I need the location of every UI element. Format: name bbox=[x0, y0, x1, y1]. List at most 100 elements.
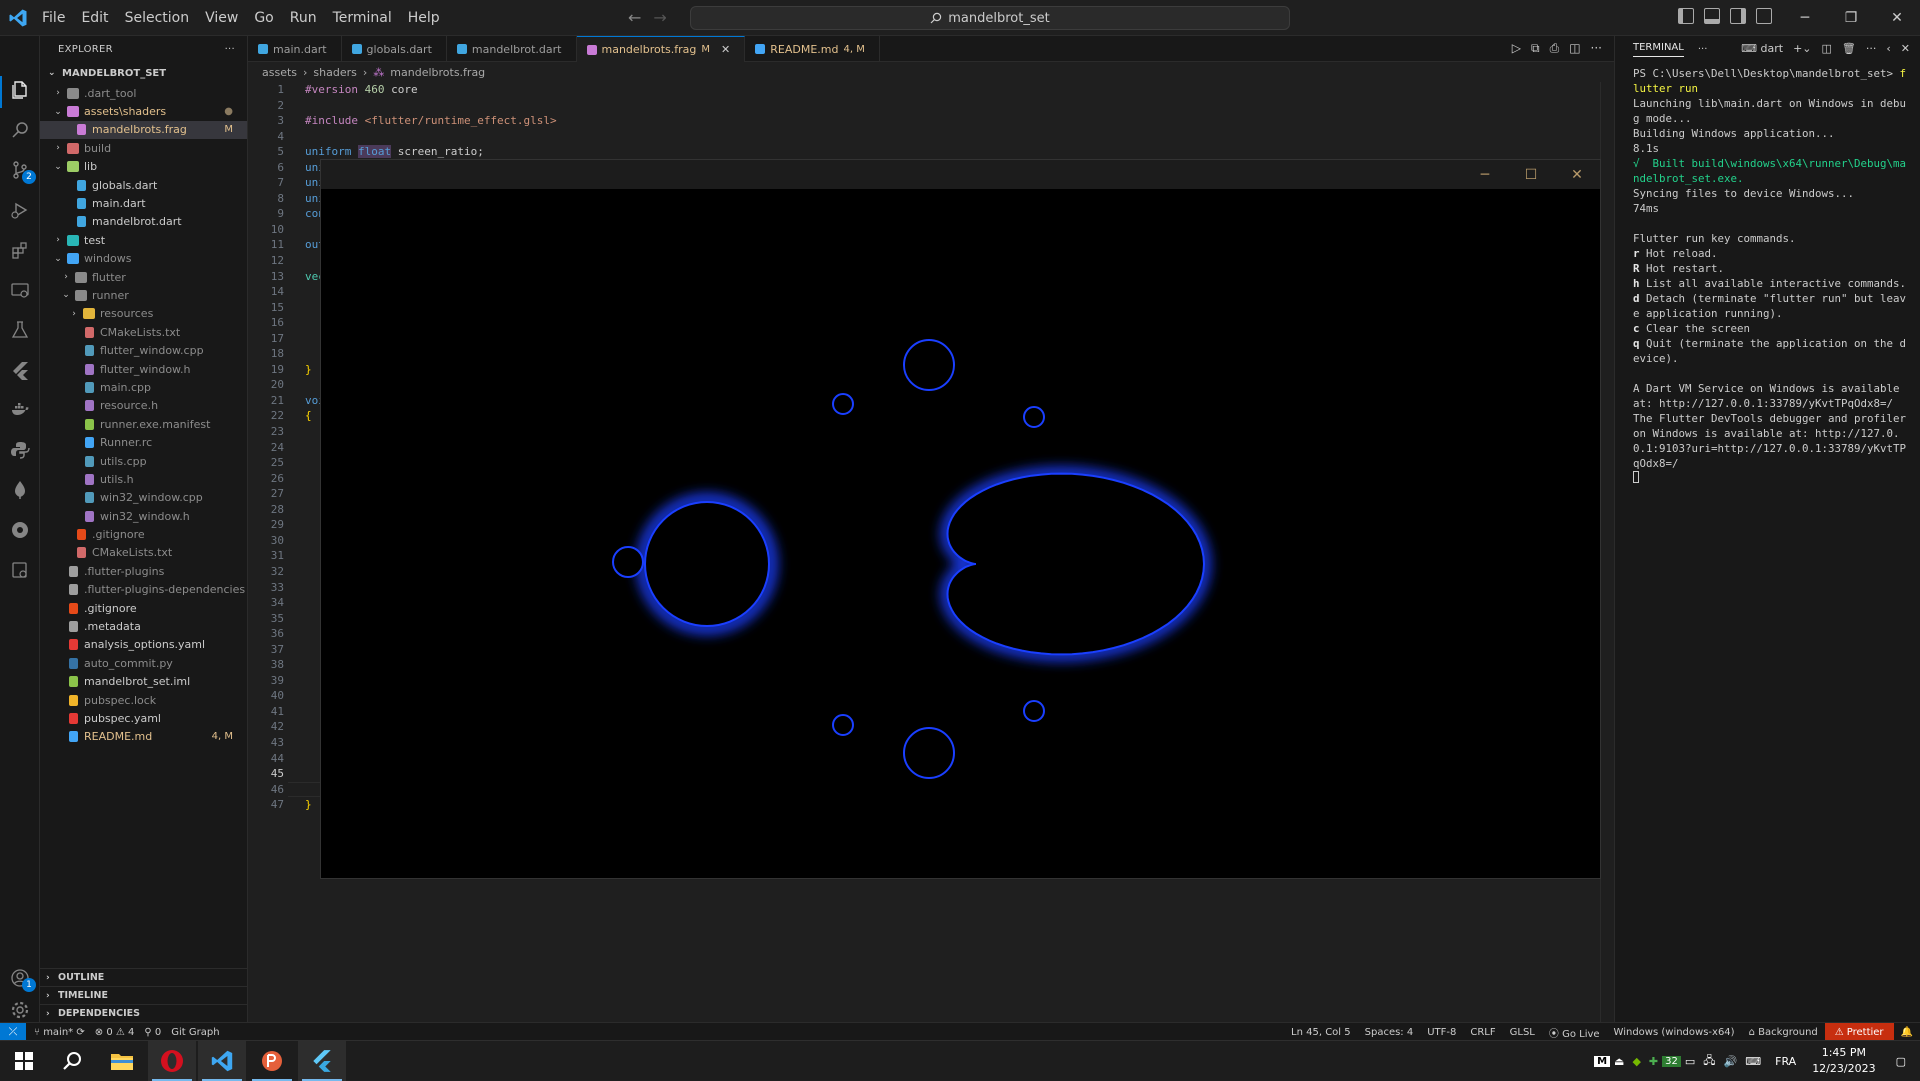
tree-file[interactable]: CMakeLists.txt bbox=[40, 323, 247, 341]
close-icon[interactable]: ✕ bbox=[721, 43, 730, 56]
tree-file[interactable]: main.cpp bbox=[40, 378, 247, 396]
kill-terminal-icon[interactable]: 🗑 bbox=[1842, 42, 1856, 55]
background-button[interactable]: ⌂ Background bbox=[1742, 1027, 1825, 1038]
workspace-root[interactable]: ⌄ MANDELBROT_SET bbox=[40, 62, 247, 84]
tree-folder[interactable]: ⌄ windows bbox=[40, 250, 247, 268]
print-icon[interactable]: ⎙ bbox=[1550, 41, 1560, 56]
tree-file[interactable]: mandelbrots.frag M bbox=[40, 120, 247, 140]
breadcrumb-item[interactable]: shaders bbox=[313, 66, 356, 79]
mandelbrot-canvas[interactable] bbox=[321, 189, 1600, 878]
menu-item-view[interactable]: View bbox=[197, 0, 246, 36]
split-editor-icon[interactable]: ◫ bbox=[1569, 41, 1580, 56]
menu-item-edit[interactable]: Edit bbox=[73, 0, 116, 36]
tree-file[interactable]: .flutter-plugins bbox=[40, 562, 247, 580]
jetbrains-icon[interactable] bbox=[248, 1041, 296, 1081]
nvidia-tray-icon[interactable]: ◆ bbox=[1628, 1055, 1644, 1068]
tree-folder[interactable]: › flutter bbox=[40, 268, 247, 286]
tree-file[interactable]: flutter_window.h bbox=[40, 360, 247, 378]
remote-indicator-icon[interactable]: ⤫ bbox=[0, 1023, 26, 1041]
tree-file[interactable]: globals.dart bbox=[40, 176, 247, 194]
battery-tray-icon[interactable]: ▭ bbox=[1681, 1055, 1699, 1068]
notifications-bell-icon[interactable]: 🔔 bbox=[1894, 1027, 1920, 1038]
maximize-icon[interactable]: ☐ bbox=[1508, 160, 1554, 189]
minimize-icon[interactable]: ─ bbox=[1782, 0, 1828, 36]
terminal-shell-icon[interactable]: ⌨ dart bbox=[1741, 42, 1783, 55]
language-indicator[interactable]: FRA bbox=[1771, 1055, 1800, 1068]
tree-file[interactable]: .flutter-plugins-dependencies bbox=[40, 581, 247, 599]
git-graph-button[interactable]: Git Graph bbox=[171, 1027, 219, 1038]
menu-item-help[interactable]: Help bbox=[400, 0, 448, 36]
explorer-icon[interactable] bbox=[8, 78, 32, 102]
remote-explorer-icon[interactable] bbox=[8, 278, 32, 302]
tree-file[interactable]: auto_commit.py bbox=[40, 654, 247, 672]
toggle-secondary-sidebar-icon[interactable] bbox=[1730, 8, 1746, 24]
tree-file[interactable]: win32_window.h bbox=[40, 507, 247, 525]
tree-file[interactable]: CMakeLists.txt bbox=[40, 544, 247, 562]
tab-readme-md[interactable]: README.md 4, M bbox=[745, 36, 880, 62]
indentation[interactable]: Spaces: 4 bbox=[1358, 1027, 1421, 1038]
docker-icon[interactable] bbox=[8, 398, 32, 422]
more-actions-icon[interactable]: ··· bbox=[225, 44, 235, 55]
forward-arrow-icon[interactable]: → bbox=[653, 8, 666, 27]
file-explorer-icon[interactable] bbox=[98, 1041, 146, 1081]
tree-file[interactable]: Runner.rc bbox=[40, 433, 247, 451]
flutter-app-taskbar-icon[interactable] bbox=[298, 1041, 346, 1081]
restore-icon[interactable]: ❐ bbox=[1828, 0, 1874, 36]
tab-mandelbrot-dart[interactable]: mandelbrot.dart bbox=[447, 36, 577, 62]
section-timeline[interactable]: › TIMELINE bbox=[40, 986, 248, 1004]
breadcrumb-item[interactable]: mandelbrots.frag bbox=[390, 66, 485, 79]
tree-folder[interactable]: ⌄ lib bbox=[40, 158, 247, 176]
tree-file[interactable]: README.md 4, M bbox=[40, 728, 247, 746]
tree-file[interactable]: utils.h bbox=[40, 470, 247, 488]
run-icon[interactable]: ▷ bbox=[1512, 41, 1521, 56]
tree-file[interactable]: win32_window.cpp bbox=[40, 489, 247, 507]
run-debug-icon[interactable] bbox=[8, 198, 32, 222]
chevron-left-icon[interactable]: ‹ bbox=[1886, 42, 1890, 55]
notification-center-icon[interactable]: ▢ bbox=[1888, 1055, 1920, 1068]
prettier-button[interactable]: ⚠ Prettier bbox=[1824, 1023, 1894, 1041]
tab-mandelbrots-frag[interactable]: mandelbrots.frag M ✕ bbox=[576, 36, 746, 62]
tree-folder[interactable]: › test bbox=[40, 231, 247, 249]
opera-icon[interactable] bbox=[148, 1041, 196, 1081]
ports-status[interactable]: ⚲ 0 bbox=[144, 1027, 161, 1038]
menu-item-go[interactable]: Go bbox=[246, 0, 281, 36]
vscode-taskbar-icon[interactable] bbox=[198, 1041, 246, 1081]
command-center-search[interactable]: mandelbrot_set bbox=[690, 6, 1290, 30]
tab-globals-dart[interactable]: globals.dart bbox=[342, 36, 447, 62]
menu-item-file[interactable]: File bbox=[34, 0, 73, 36]
flutter-icon[interactable] bbox=[8, 358, 32, 382]
section-dependencies[interactable]: › DEPENDENCIES bbox=[40, 1004, 248, 1022]
tree-folder[interactable]: ⌄ runner bbox=[40, 286, 247, 304]
tree-file[interactable]: mandelbrot_set.iml bbox=[40, 673, 247, 691]
more-actions-icon[interactable]: ··· bbox=[1591, 41, 1602, 56]
split-terminal-icon[interactable]: ◫ bbox=[1822, 42, 1832, 55]
cursor-position[interactable]: Ln 45, Col 5 bbox=[1284, 1027, 1358, 1038]
extensions-icon[interactable] bbox=[8, 238, 32, 262]
malwarebytes-tray-icon[interactable]: M bbox=[1594, 1055, 1611, 1067]
tree-file[interactable]: analysis_options.yaml bbox=[40, 636, 247, 654]
new-terminal-icon[interactable]: +⌄ bbox=[1793, 42, 1811, 55]
language-mode[interactable]: GLSL bbox=[1503, 1027, 1542, 1038]
network-tray-icon[interactable]: 🖧 bbox=[1699, 1052, 1719, 1071]
tree-file[interactable]: utils.cpp bbox=[40, 452, 247, 470]
toggle-sidebar-icon[interactable] bbox=[1678, 8, 1694, 24]
clock[interactable]: 1:45 PM 12/23/2023 bbox=[1800, 1045, 1887, 1077]
line-endings[interactable]: CRLF bbox=[1463, 1027, 1502, 1038]
gitlens-icon[interactable] bbox=[8, 518, 32, 542]
mongodb-icon[interactable] bbox=[8, 478, 32, 502]
tree-folder[interactable]: › build bbox=[40, 139, 247, 157]
editor-scrollbar[interactable] bbox=[1600, 82, 1614, 1022]
keyboard-tray-icon[interactable]: ⌨ bbox=[1741, 1055, 1765, 1068]
volume-tray-icon[interactable]: 🔊 bbox=[1720, 1055, 1742, 1068]
tree-file[interactable]: main.dart bbox=[40, 194, 247, 212]
terminal-tab[interactable]: TERMINAL bbox=[1633, 42, 1684, 57]
source-control-icon[interactable]: 2 bbox=[8, 158, 36, 184]
close-icon[interactable]: ✕ bbox=[1554, 160, 1600, 189]
search-icon[interactable] bbox=[8, 118, 32, 142]
database-icon[interactable] bbox=[8, 558, 32, 582]
tree-folder[interactable]: › .dart_tool bbox=[40, 84, 247, 102]
security-tray-icon[interactable]: ✚ bbox=[1645, 1055, 1662, 1068]
tree-file[interactable]: .gitignore bbox=[40, 525, 247, 543]
go-live-button[interactable]: ⦿ Go Live bbox=[1542, 1025, 1607, 1040]
tree-file[interactable]: pubspec.yaml bbox=[40, 709, 247, 727]
